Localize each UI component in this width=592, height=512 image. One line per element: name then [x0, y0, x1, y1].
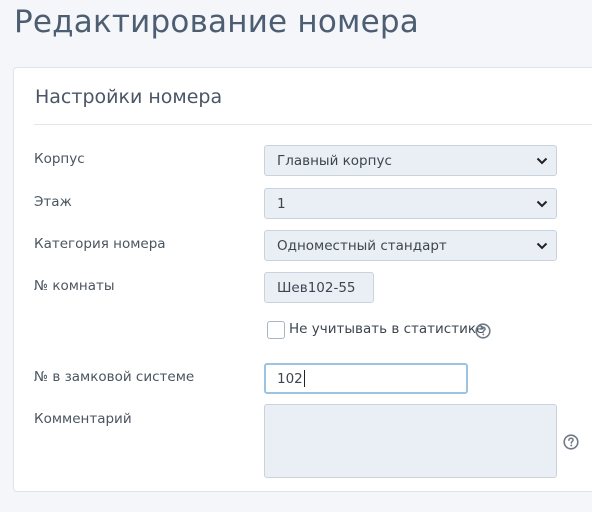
lock-system-label: № в замковой системе: [34, 369, 195, 385]
comment-textarea[interactable]: [264, 404, 557, 478]
help-icon[interactable]: [563, 434, 579, 450]
floor-select[interactable]: 1: [264, 188, 557, 219]
category-label: Категория номера: [34, 236, 166, 252]
building-select[interactable]: Главный корпус: [264, 145, 557, 176]
room-number-label: № комнаты: [34, 278, 115, 294]
exclude-stats-checkbox[interactable]: [267, 321, 285, 339]
room-number-input[interactable]: Шев102-55: [264, 272, 374, 303]
card-divider: [34, 124, 592, 125]
chevron-down-icon: [536, 242, 548, 249]
exclude-stats-label[interactable]: Не учитывать в статистике: [289, 321, 484, 337]
room-number-value: Шев102-55: [277, 279, 356, 296]
lock-system-input[interactable]: 102: [264, 363, 468, 394]
chevron-down-icon: [536, 157, 548, 164]
help-icon[interactable]: [475, 323, 491, 339]
chevron-down-icon: [536, 200, 548, 207]
category-select[interactable]: Одноместный стандарт: [264, 230, 557, 261]
lock-system-value: 102: [277, 370, 303, 387]
floor-label: Этаж: [34, 194, 72, 210]
page-title: Редактирование номера: [14, 4, 419, 40]
building-label: Корпус: [34, 151, 85, 167]
floor-select-value: 1: [277, 195, 286, 212]
card-title: Настройки номера: [35, 86, 223, 108]
text-caret: [303, 370, 305, 387]
category-select-value: Одноместный стандарт: [277, 237, 447, 254]
comment-label: Комментарий: [34, 411, 132, 427]
building-select-value: Главный корпус: [277, 152, 392, 169]
